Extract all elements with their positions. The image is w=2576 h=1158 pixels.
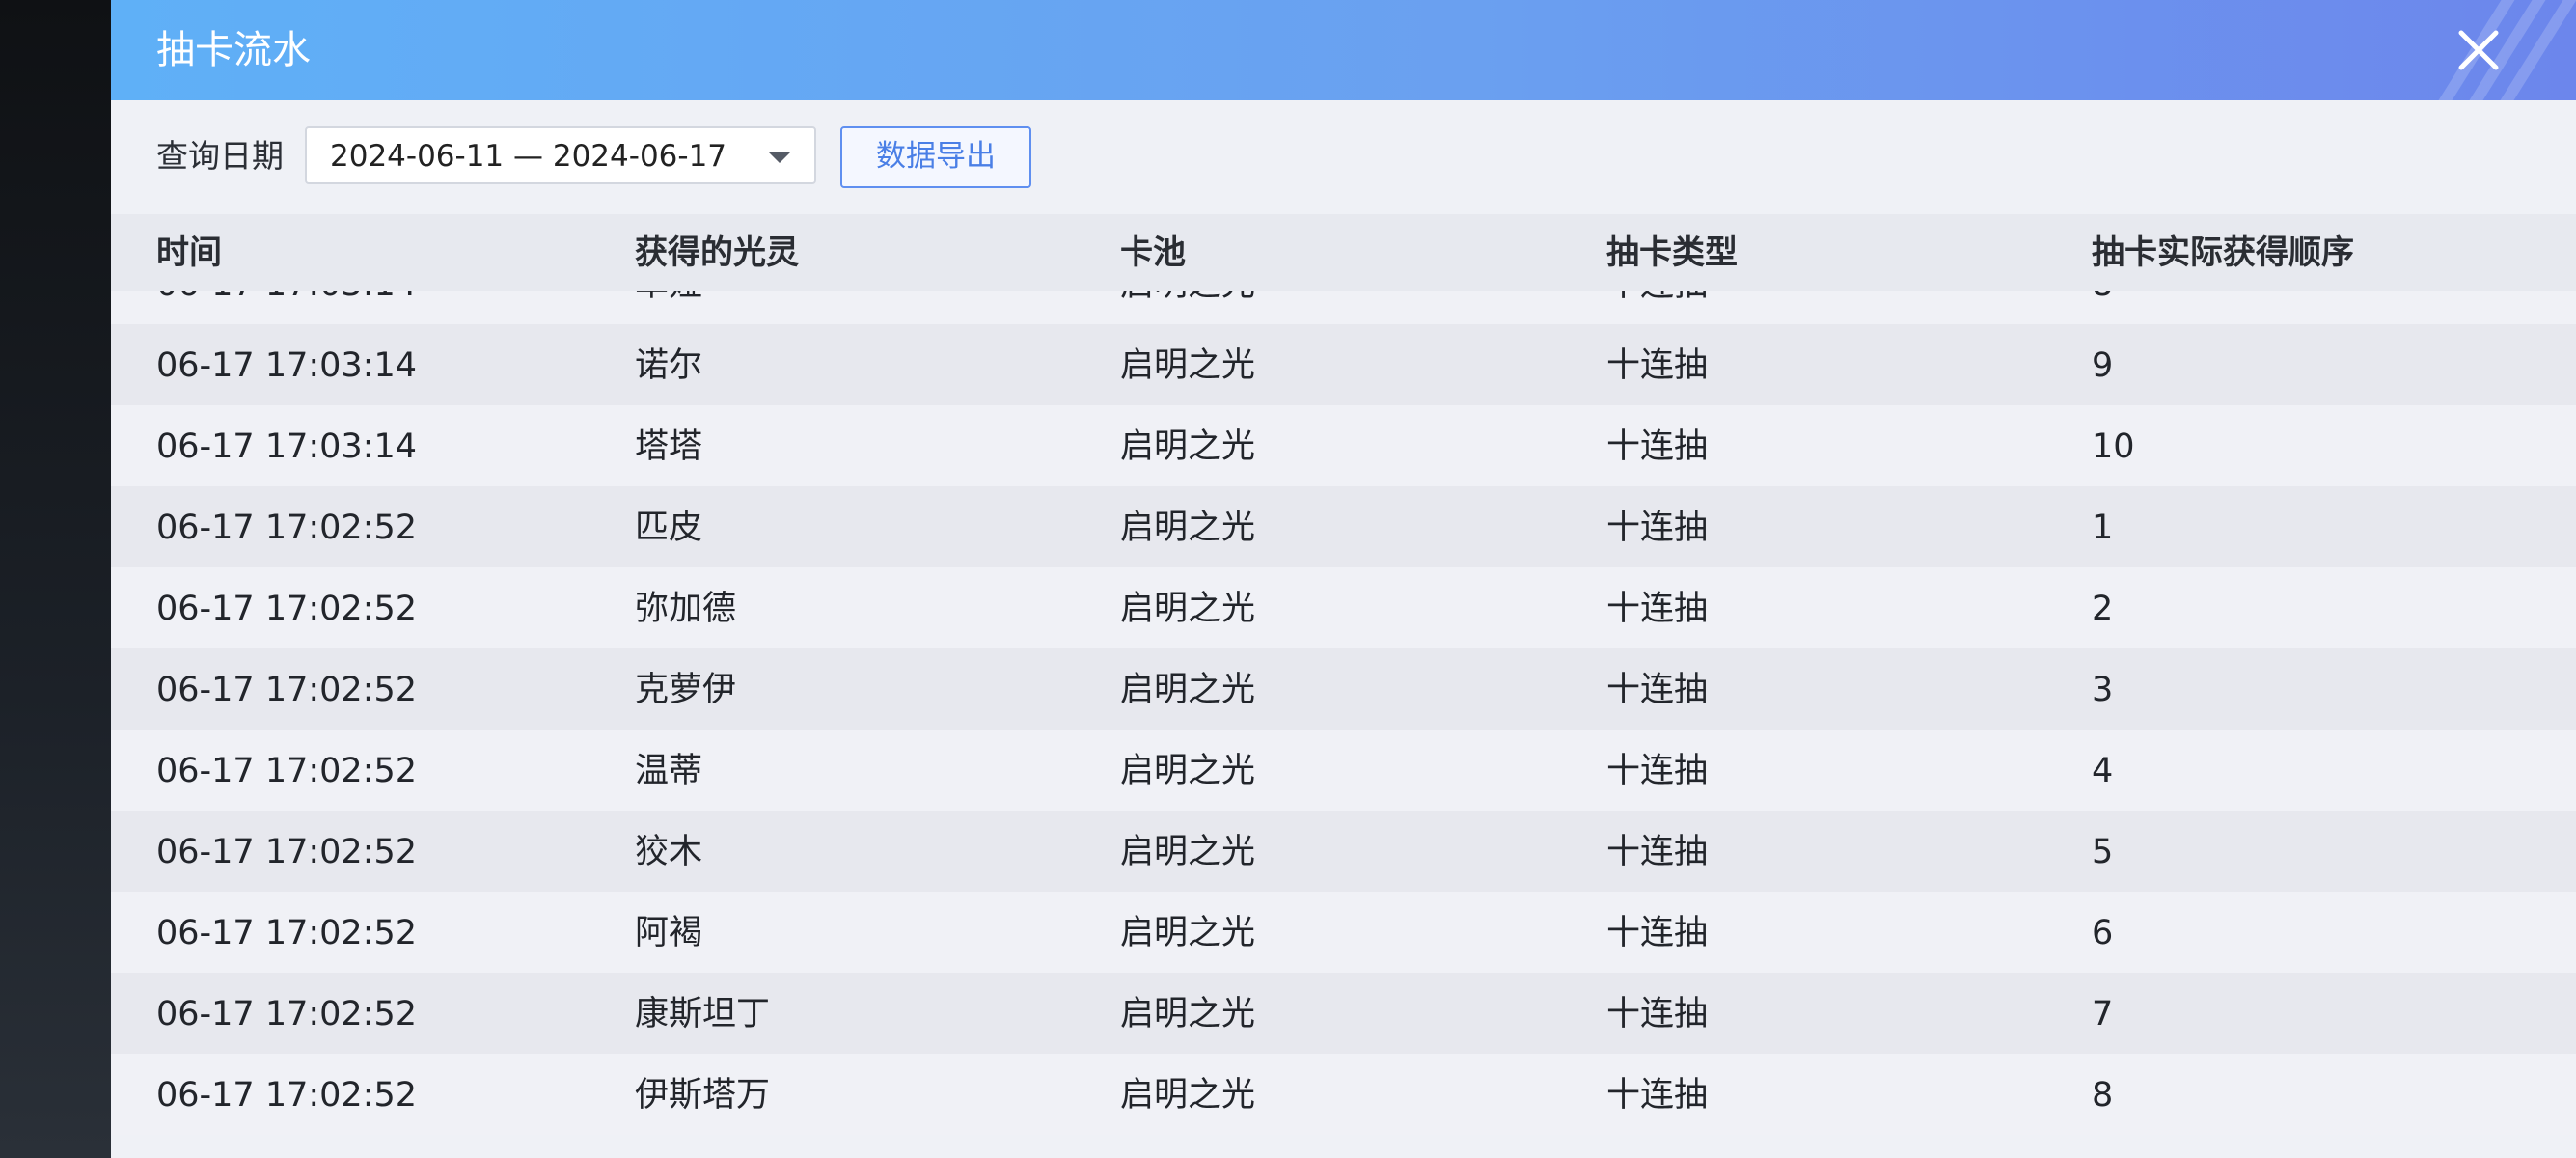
table-body[interactable]: 06-17 17:03:14 草娅 启明之光 十连抽 8 06-17 17:03… xyxy=(111,291,2576,1158)
cell-draw-type: 十连抽 xyxy=(1606,914,1709,952)
cell-order: 3 xyxy=(2092,671,2114,709)
cell-spirit: 克萝伊 xyxy=(635,671,737,709)
cell-spirit: 温蒂 xyxy=(635,752,703,790)
date-filter-label: 查询日期 xyxy=(156,137,284,175)
cell-time: 06-17 17:02:52 xyxy=(156,509,418,547)
cell-draw-type: 十连抽 xyxy=(1606,752,1709,790)
cell-spirit: 伊斯塔万 xyxy=(635,1076,771,1115)
cell-draw-type: 十连抽 xyxy=(1606,509,1709,547)
cell-draw-type: 十连抽 xyxy=(1606,427,1709,466)
cell-pool: 启明之光 xyxy=(1120,590,1256,628)
cell-time: 06-17 17:02:52 xyxy=(156,590,418,628)
cell-time: 06-17 17:02:52 xyxy=(156,1076,418,1115)
cell-time: 06-17 17:02:52 xyxy=(156,671,418,709)
dialog-header: 抽卡流水 xyxy=(111,0,2576,100)
cell-spirit: 狡木 xyxy=(635,833,703,871)
cell-order: 8 xyxy=(2092,1076,2114,1115)
cell-draw-type: 十连抽 xyxy=(1606,1076,1709,1115)
cell-draw-type: 十连抽 xyxy=(1606,833,1709,871)
table-header: 时间 获得的光灵 卡池 抽卡类型 抽卡实际获得顺序 xyxy=(111,214,2576,291)
cell-order: 10 xyxy=(2092,427,2135,466)
cell-pool: 启明之光 xyxy=(1120,346,1256,385)
table-row[interactable]: 06-17 17:03:14 诺尔 启明之光 十连抽 9 xyxy=(111,324,2576,405)
filter-bar: 查询日期 2024-06-11 — 2024-06-17 数据导出 xyxy=(111,100,2576,214)
table-row[interactable]: 06-17 17:02:52 狡木 启明之光 十连抽 5 xyxy=(111,811,2576,892)
close-icon xyxy=(2458,30,2499,70)
cell-order: 6 xyxy=(2092,914,2114,952)
column-header-time[interactable]: 时间 xyxy=(156,232,222,274)
table-row[interactable]: 06-17 17:03:14 塔塔 启明之光 十连抽 10 xyxy=(111,405,2576,486)
cell-draw-type: 十连抽 xyxy=(1606,346,1709,385)
cell-spirit: 草娅 xyxy=(635,291,702,306)
cell-pool: 启明之光 xyxy=(1120,427,1256,466)
cell-order: 9 xyxy=(2092,346,2114,385)
table-rows: 06-17 17:03:14 草娅 启明之光 十连抽 8 06-17 17:03… xyxy=(111,291,2576,1135)
cell-spirit: 阿褐 xyxy=(635,914,703,952)
cell-time: 06-17 17:02:52 xyxy=(156,914,418,952)
date-range-value: 2024-06-11 — 2024-06-17 xyxy=(330,139,727,174)
table-row[interactable]: 06-17 17:02:52 康斯坦丁 启明之光 十连抽 7 xyxy=(111,973,2576,1054)
cell-pool: 启明之光 xyxy=(1120,752,1256,790)
cell-order: 7 xyxy=(2092,995,2114,1034)
cell-pool: 启明之光 xyxy=(1120,1076,1256,1115)
cell-spirit: 诺尔 xyxy=(635,346,703,385)
cell-draw-type: 十连抽 xyxy=(1606,671,1709,709)
column-header-order[interactable]: 抽卡实际获得顺序 xyxy=(2092,232,2354,274)
cell-draw-type: 十连抽 xyxy=(1606,590,1709,628)
table-row[interactable]: 06-17 17:02:52 匹皮 启明之光 十连抽 1 xyxy=(111,486,2576,567)
column-header-spirit[interactable]: 获得的光灵 xyxy=(635,232,799,274)
gacha-history-dialog: 抽卡流水 查询日期 2024-06-11 — 2024-06-17 数据导出 时… xyxy=(111,0,2576,1158)
cell-pool: 启明之光 xyxy=(1120,914,1256,952)
table-row[interactable]: 06-17 17:02:52 温蒂 启明之光 十连抽 4 xyxy=(111,730,2576,811)
table-row[interactable]: 06-17 17:02:52 弥加德 启明之光 十连抽 2 xyxy=(111,567,2576,648)
date-range-select[interactable]: 2024-06-11 — 2024-06-17 xyxy=(305,126,816,184)
cell-pool: 启明之光 xyxy=(1120,291,1255,306)
column-header-draw-type[interactable]: 抽卡类型 xyxy=(1606,232,1738,274)
export-data-button[interactable]: 数据导出 xyxy=(840,126,1031,188)
cell-spirit: 康斯坦丁 xyxy=(635,995,771,1034)
cell-time: 06-17 17:03:14 xyxy=(156,291,417,306)
table-row[interactable]: 06-17 17:03:14 草娅 启明之光 十连抽 8 xyxy=(111,291,2576,324)
cell-spirit: 匹皮 xyxy=(635,509,703,547)
cell-order: 5 xyxy=(2092,833,2114,871)
cell-pool: 启明之光 xyxy=(1120,671,1256,709)
table-row[interactable]: 06-17 17:02:52 克萝伊 启明之光 十连抽 3 xyxy=(111,648,2576,730)
cell-time: 06-17 17:02:52 xyxy=(156,833,418,871)
column-header-pool[interactable]: 卡池 xyxy=(1120,232,1186,274)
cell-order: 2 xyxy=(2092,590,2114,628)
table-row[interactable]: 06-17 17:02:52 伊斯塔万 启明之光 十连抽 8 xyxy=(111,1054,2576,1135)
cell-spirit: 塔塔 xyxy=(635,427,703,466)
cell-draw-type: 十连抽 xyxy=(1606,995,1709,1034)
table-row[interactable]: 06-17 17:02:52 阿褐 启明之光 十连抽 6 xyxy=(111,892,2576,973)
cell-time: 06-17 17:03:14 xyxy=(156,427,418,466)
cell-pool: 启明之光 xyxy=(1120,995,1256,1034)
cell-time: 06-17 17:03:14 xyxy=(156,346,418,385)
cell-draw-type: 十连抽 xyxy=(1606,291,1708,306)
close-button[interactable] xyxy=(2450,21,2507,79)
dialog-title: 抽卡流水 xyxy=(156,28,311,72)
chevron-down-icon xyxy=(768,152,791,163)
cell-order: 8 xyxy=(2092,291,2113,306)
cell-spirit: 弥加德 xyxy=(635,590,737,628)
cell-pool: 启明之光 xyxy=(1120,509,1256,547)
cell-time: 06-17 17:02:52 xyxy=(156,995,418,1034)
cell-order: 1 xyxy=(2092,509,2114,547)
cell-order: 4 xyxy=(2092,752,2114,790)
cell-pool: 启明之光 xyxy=(1120,833,1256,871)
cell-time: 06-17 17:02:52 xyxy=(156,752,418,790)
